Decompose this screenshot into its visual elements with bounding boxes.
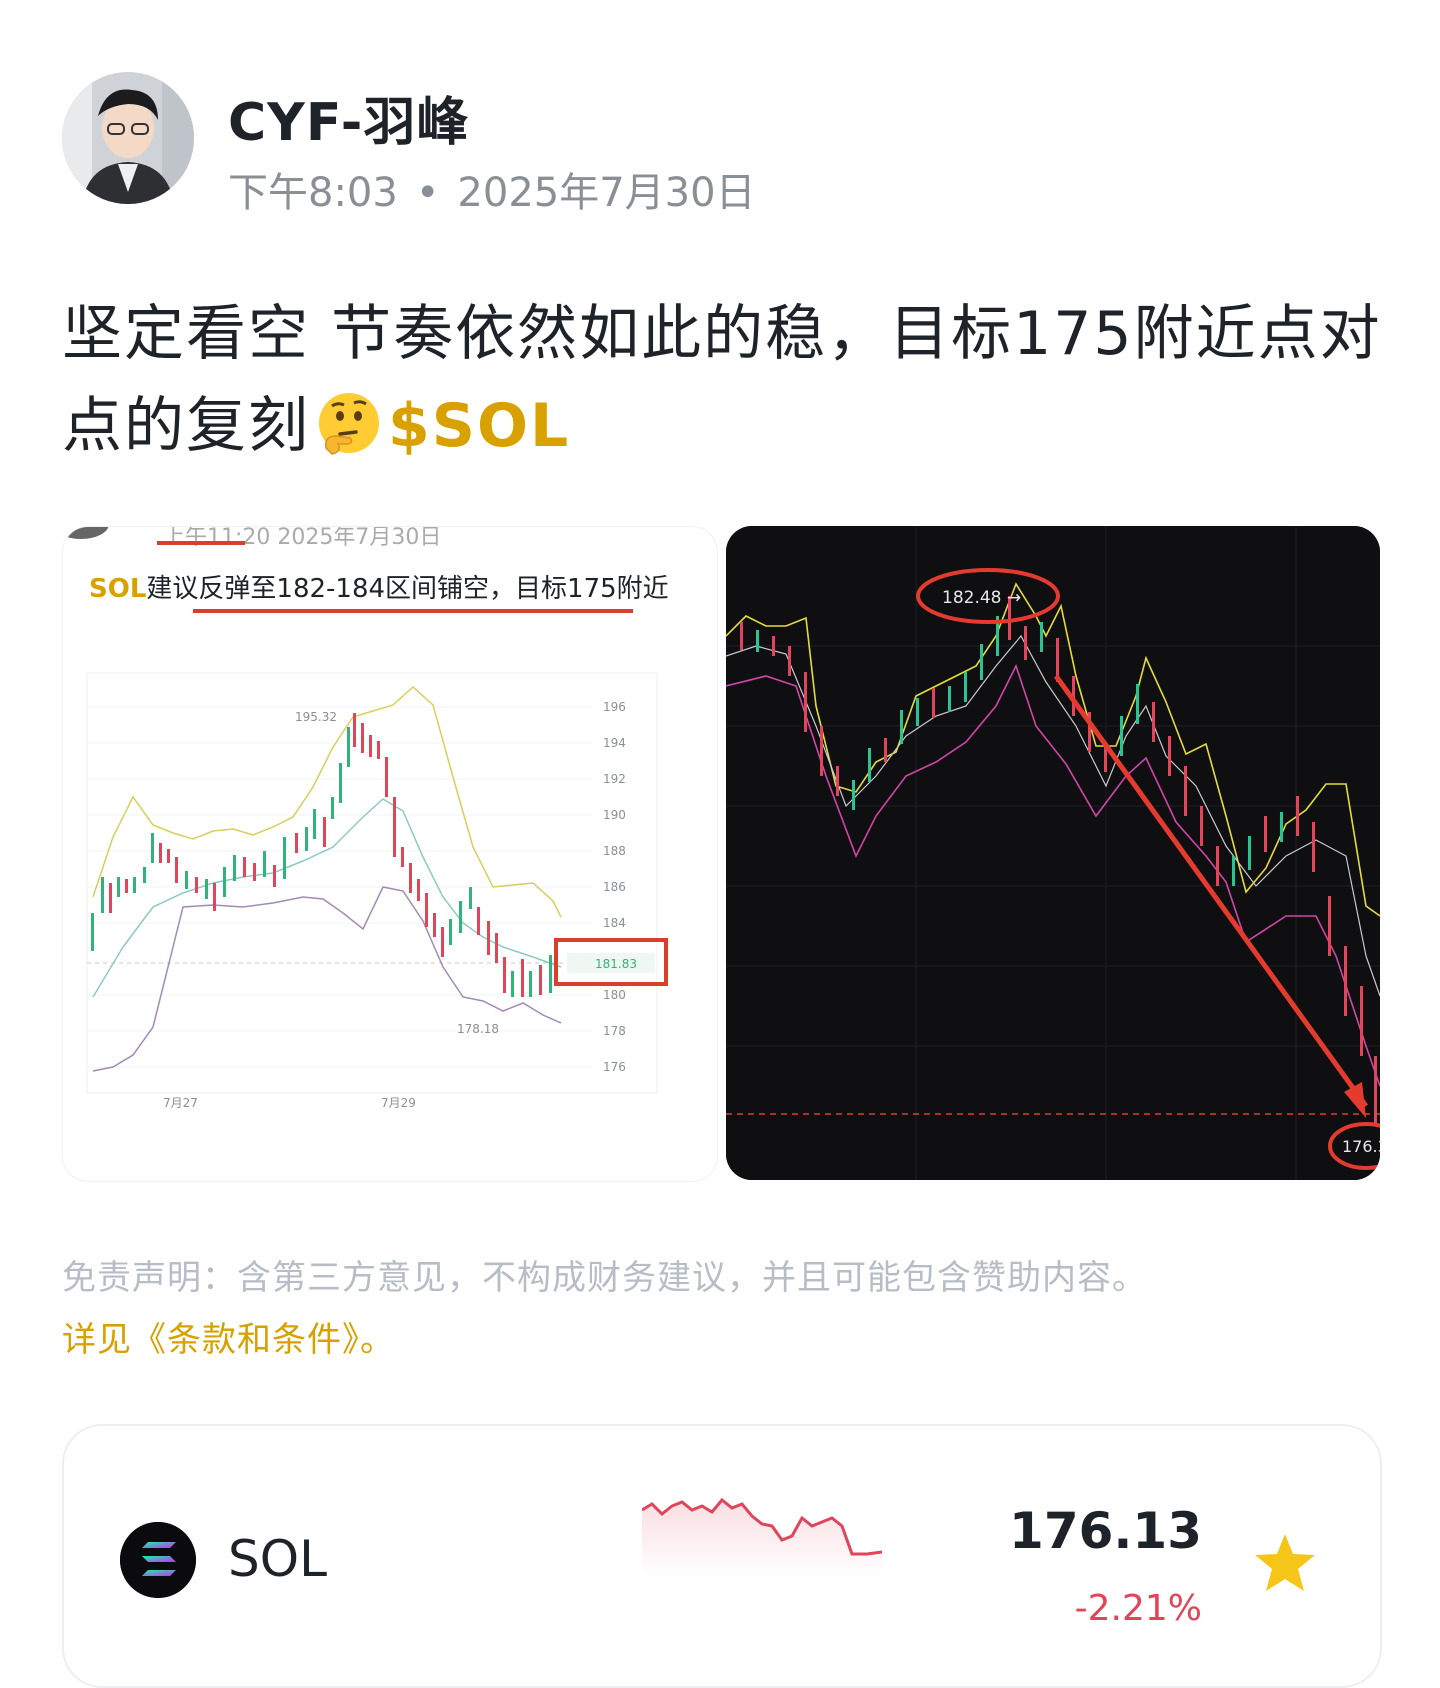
y-tick: 192 xyxy=(603,772,626,786)
y-tick: 184 xyxy=(603,916,626,930)
y-tick: 194 xyxy=(603,736,626,750)
peak-label: 182.48 → xyxy=(942,588,1021,608)
y-tick: 178 xyxy=(603,1024,626,1038)
y-tick: 186 xyxy=(603,880,626,894)
bottom-label: 176.3 xyxy=(1342,1137,1380,1156)
y-tick: 188 xyxy=(603,844,626,858)
cashtag-sol-link[interactable]: $SOL xyxy=(388,391,570,461)
y-tick: 180 xyxy=(603,988,626,1002)
x-tick: 7月29 xyxy=(381,1096,416,1110)
thinking-face-icon xyxy=(316,390,382,482)
low-label: 178.18 xyxy=(457,1022,499,1036)
separator-dot: • xyxy=(415,170,440,216)
post-image-left[interactable]: 上午11:20 2025年7月30日 SOL建议反弹至182-184区间铺空，目… xyxy=(62,526,718,1182)
terms-link[interactable]: 详见《条款和条件》。 xyxy=(62,1312,395,1361)
author-avatar[interactable] xyxy=(62,72,194,204)
high-label: 195.32 xyxy=(295,710,337,724)
ticker-symbol: SOL xyxy=(228,1530,327,1588)
y-tick: 176 xyxy=(603,1060,626,1074)
ticker-card[interactable]: SOL 176.13 -2.21% xyxy=(62,1424,1382,1688)
post-image-right[interactable]: 182.48 → 176.3 xyxy=(726,526,1380,1180)
current-price-label: 181.83 xyxy=(595,957,637,971)
x-tick: 7月27 xyxy=(163,1096,198,1110)
post-date: 2025年7月30日 xyxy=(457,170,756,216)
y-tick: 190 xyxy=(603,808,626,822)
right-candlestick-chart: 182.48 → 176.3 xyxy=(726,526,1380,1180)
favorite-star-icon[interactable] xyxy=(1252,1530,1318,1600)
ticker-change: -2.21% xyxy=(1074,1588,1202,1629)
post-body: 坚定看空 节奏依然如此的稳，目标175附近点对点的复刻 $SOL xyxy=(62,288,1392,482)
price-sparkline xyxy=(642,1497,882,1576)
sol-logo-icon xyxy=(120,1522,196,1598)
left-candlestick-chart: 196 194 192 190 188 186 184 180 178 176 … xyxy=(86,672,668,1110)
author-name[interactable]: CYF-羽峰 xyxy=(228,80,469,155)
disclaimer-text: 免责声明：含第三方意见，不构成财务建议，并且可能包含赞助内容。 xyxy=(62,1258,1147,1298)
post-timestamp: 下午8:03 • 2025年7月30日 xyxy=(228,160,756,218)
ticker-price: 176.13 xyxy=(1009,1502,1202,1560)
y-tick: 196 xyxy=(603,700,626,714)
post-time: 下午8:03 xyxy=(228,170,398,216)
post-text: 坚定看空 节奏依然如此的稳，目标175附近点对点的复刻 xyxy=(62,299,1382,461)
